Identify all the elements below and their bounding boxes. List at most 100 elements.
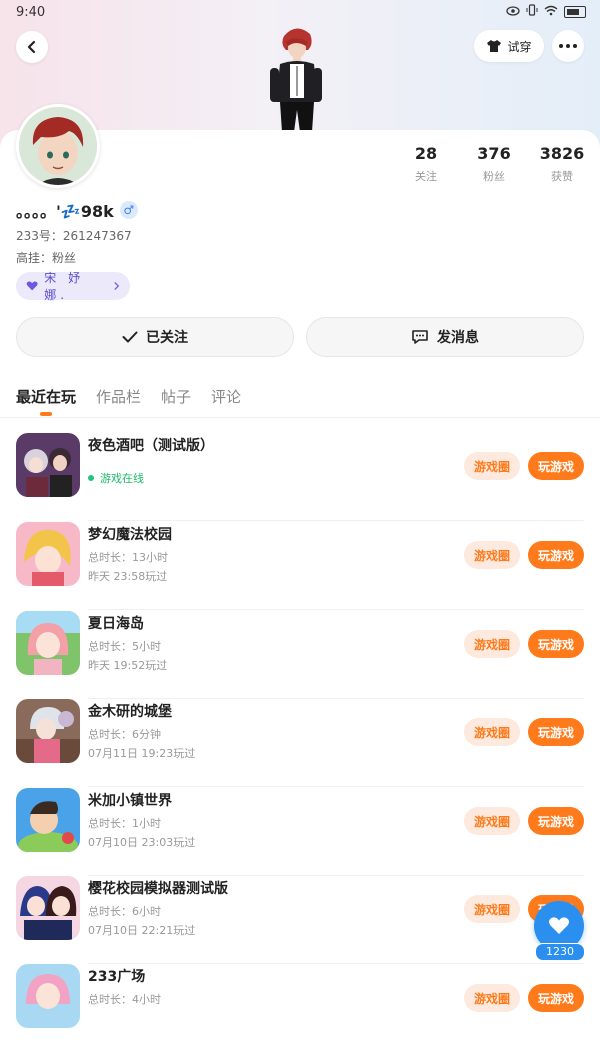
game-icon: [16, 964, 80, 1028]
followed-label: 已关注: [146, 330, 188, 346]
play-game-button[interactable]: 玩游戏: [528, 718, 584, 746]
game-circle-button[interactable]: 游戏圈: [464, 984, 520, 1012]
vibrate-icon: [526, 4, 538, 19]
send-message-label: 发消息: [437, 330, 479, 346]
play-game-button[interactable]: 玩游戏: [528, 807, 584, 835]
nickname-row: 。。。。'💤98k ♂: [16, 198, 138, 222]
game-last-played: 昨天 19:52玩过: [88, 659, 168, 672]
game-icon: [16, 699, 80, 763]
game-row[interactable]: 米加小镇世界 总时长：1小时 07月10日 23:03玩过 游戏圈 玩游戏: [0, 788, 600, 876]
more-options-button[interactable]: [552, 30, 584, 62]
tab-recently-played[interactable]: 最近在玩: [16, 386, 76, 407]
tshirt-icon: [487, 40, 502, 52]
game-circle-button[interactable]: 游戏圈: [464, 541, 520, 569]
eye-icon: [506, 5, 520, 19]
try-on-label: 试穿: [507, 39, 532, 54]
stat-followers[interactable]: 376 粉丝: [464, 144, 524, 184]
row-divider: [88, 609, 584, 610]
game-title: 梦幻魔法校园: [88, 527, 172, 543]
chevron-right-icon: [114, 282, 120, 290]
game-circle-button[interactable]: 游戏圈: [464, 895, 520, 923]
try-on-button[interactable]: 试穿: [474, 30, 544, 62]
game-title: 米加小镇世界: [88, 793, 172, 809]
fan-badge-name: 宋 妤 娜.: [44, 271, 85, 302]
game-last-played: 07月10日 23:03玩过: [88, 836, 196, 849]
heart-icon: [26, 281, 38, 291]
game-online-status: 游戏在线: [88, 470, 144, 486]
message-icon: [412, 330, 428, 344]
stat-value: 28: [414, 144, 438, 163]
game-duration: 总时长：13小时: [88, 551, 168, 564]
fan-badge[interactable]: 宋 妤 娜.: [16, 271, 130, 302]
game-title: 夜色酒吧（测试版）: [88, 438, 214, 454]
like-count: 1230: [535, 943, 585, 961]
game-title: 金木研的城堡: [88, 704, 172, 720]
online-dot-icon: [88, 475, 94, 481]
game-duration: 总时长：1小时: [88, 817, 161, 830]
game-duration: 总时长：6小时: [88, 905, 161, 918]
profile-tabs: 最近在玩 作品栏 帖子 评论: [16, 386, 241, 407]
game-icon: [16, 788, 80, 852]
send-message-button[interactable]: 发消息: [306, 317, 584, 357]
row-divider: [88, 520, 584, 521]
character-avatar-image[interactable]: [262, 24, 330, 132]
game-icon: [16, 876, 80, 940]
back-button[interactable]: [16, 31, 48, 63]
game-row[interactable]: 夜色酒吧（测试版） 游戏在线 游戏圈 玩游戏: [0, 433, 600, 521]
battery-icon: [564, 5, 586, 18]
row-divider: [88, 786, 584, 787]
stat-value: 376: [477, 144, 511, 163]
tabs-divider: [0, 417, 600, 418]
game-title: 夏日海岛: [88, 616, 144, 632]
nickname: 。。。。'💤98k: [16, 202, 114, 221]
check-icon: [122, 331, 138, 343]
status-time: 9:40: [16, 5, 46, 20]
tab-comments[interactable]: 评论: [211, 386, 241, 407]
user-id: 233号：261247367: [16, 229, 132, 243]
heart-icon: [548, 917, 570, 934]
online-status-text: 游戏在线: [100, 472, 144, 485]
play-game-button[interactable]: 玩游戏: [528, 452, 584, 480]
active-tab-indicator: [40, 412, 52, 416]
stat-following[interactable]: 28 关注: [396, 144, 456, 184]
game-icon: [16, 433, 80, 497]
male-gender-icon: ♂: [119, 201, 138, 219]
hanging-badge-text: 高挂：粉丝: [16, 251, 77, 265]
game-duration: 总时长：5小时: [88, 640, 161, 653]
user-avatar[interactable]: [16, 104, 100, 188]
status-icons: [506, 4, 586, 19]
wifi-icon: [544, 5, 558, 19]
stat-value: 3826: [539, 144, 585, 163]
play-game-button[interactable]: 玩游戏: [528, 984, 584, 1012]
game-circle-button[interactable]: 游戏圈: [464, 807, 520, 835]
game-last-played: 07月11日 19:23玩过: [88, 747, 196, 760]
game-row[interactable]: 233广场 总时长：4小时 游戏圈 玩游戏: [0, 964, 600, 1052]
stat-label: 获赞: [551, 170, 573, 183]
stat-label: 粉丝: [483, 170, 505, 183]
stat-likes[interactable]: 3826 获赞: [532, 144, 592, 184]
game-icon: [16, 611, 80, 675]
followed-button[interactable]: 已关注: [16, 317, 294, 357]
game-title: 233广场: [88, 969, 146, 985]
stat-label: 关注: [415, 170, 437, 183]
tab-works[interactable]: 作品栏: [96, 386, 141, 407]
play-game-button[interactable]: 玩游戏: [528, 630, 584, 658]
game-row[interactable]: 金木研的城堡 总时长：6分钟 07月11日 19:23玩过 游戏圈 玩游戏: [0, 699, 600, 787]
chevron-left-icon: [27, 40, 36, 54]
game-duration: 总时长：4小时: [88, 993, 161, 1006]
game-title: 樱花校园模拟器测试版: [88, 881, 228, 897]
game-circle-button[interactable]: 游戏圈: [464, 630, 520, 658]
game-row[interactable]: 梦幻魔法校园 总时长：13小时 昨天 23:58玩过 游戏圈 玩游戏: [0, 522, 600, 610]
game-circle-button[interactable]: 游戏圈: [464, 718, 520, 746]
status-bar: 9:40: [0, 0, 600, 26]
more-icon: [559, 44, 577, 48]
game-icon: [16, 522, 80, 586]
game-circle-button[interactable]: 游戏圈: [464, 452, 520, 480]
game-duration: 总时长：6分钟: [88, 728, 161, 741]
game-row[interactable]: 夏日海岛 总时长：5小时 昨天 19:52玩过 游戏圈 玩游戏: [0, 611, 600, 699]
game-row[interactable]: 樱花校园模拟器测试版 总时长：6小时 07月10日 22:21玩过 游戏圈 玩游…: [0, 876, 600, 964]
game-last-played: 昨天 23:58玩过: [88, 570, 168, 583]
play-game-button[interactable]: 玩游戏: [528, 541, 584, 569]
game-last-played: 07月10日 22:21玩过: [88, 924, 196, 937]
tab-posts[interactable]: 帖子: [161, 386, 191, 407]
